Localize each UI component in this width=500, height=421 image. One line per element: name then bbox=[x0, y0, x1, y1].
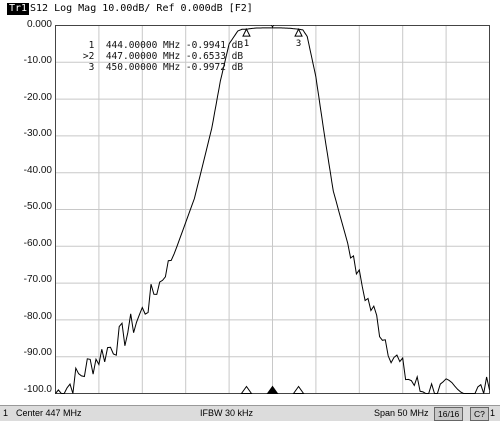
channel-indicator[interactable]: 1 bbox=[3, 406, 8, 420]
marker-1-label: 1 bbox=[244, 39, 249, 49]
marker-2-position-indicator[interactable] bbox=[266, 385, 279, 394]
y-tick-label: -10.00 bbox=[23, 55, 52, 66]
marker-freq: 450.00000 MHz bbox=[105, 62, 181, 73]
trace-badge[interactable]: Tr1 bbox=[7, 3, 30, 15]
correction-indicator[interactable]: C? bbox=[470, 407, 489, 421]
y-tick-label: -20.00 bbox=[23, 92, 52, 103]
marker-id: 3 bbox=[88, 62, 95, 73]
marker-readout-3: 3 450.00000 MHz -0.9972 dB bbox=[60, 51, 243, 84]
y-tick-label: -70.00 bbox=[23, 274, 52, 285]
center-frequency[interactable]: Center 447 MHz bbox=[16, 406, 82, 420]
y-tick-label: -30.00 bbox=[23, 128, 52, 139]
y-tick-label: -40.00 bbox=[23, 165, 52, 176]
status-bar: 1 Center 447 MHz IFBW 30 kHz Span 50 MHz… bbox=[0, 405, 500, 421]
y-tick-label: 0.000 bbox=[26, 19, 52, 30]
points-counter[interactable]: 16/16 bbox=[434, 407, 464, 421]
trace-title: S12 Log Mag 10.00dB/ Ref 0.000dB [F2] bbox=[30, 3, 253, 14]
marker-1-symbol[interactable] bbox=[242, 28, 251, 37]
y-tick-label: -100.0 bbox=[23, 384, 52, 395]
marker-3-position-indicator[interactable] bbox=[292, 385, 305, 394]
span-setting[interactable]: Span 50 MHz bbox=[374, 406, 429, 420]
title-bar: Tr1 S12 Log Mag 10.00dB/ Ref 0.000dB [F2… bbox=[0, 0, 500, 18]
marker-1-position-indicator[interactable] bbox=[240, 385, 253, 394]
status-trailing: 1 bbox=[490, 408, 496, 418]
marker-3-symbol[interactable] bbox=[294, 28, 303, 37]
ifbw-setting[interactable]: IFBW 30 kHz bbox=[200, 406, 253, 420]
analyzer-screen: Tr1 S12 Log Mag 10.00dB/ Ref 0.000dB [F2… bbox=[0, 0, 500, 421]
y-tick-label: -60.00 bbox=[23, 238, 52, 249]
marker-value: -0.9972 dB bbox=[185, 62, 244, 73]
y-tick-label: -50.00 bbox=[23, 201, 52, 212]
y-tick-label: -80.00 bbox=[23, 311, 52, 322]
marker-3-label: 3 bbox=[296, 39, 301, 49]
y-tick-label: -90.00 bbox=[23, 347, 52, 358]
